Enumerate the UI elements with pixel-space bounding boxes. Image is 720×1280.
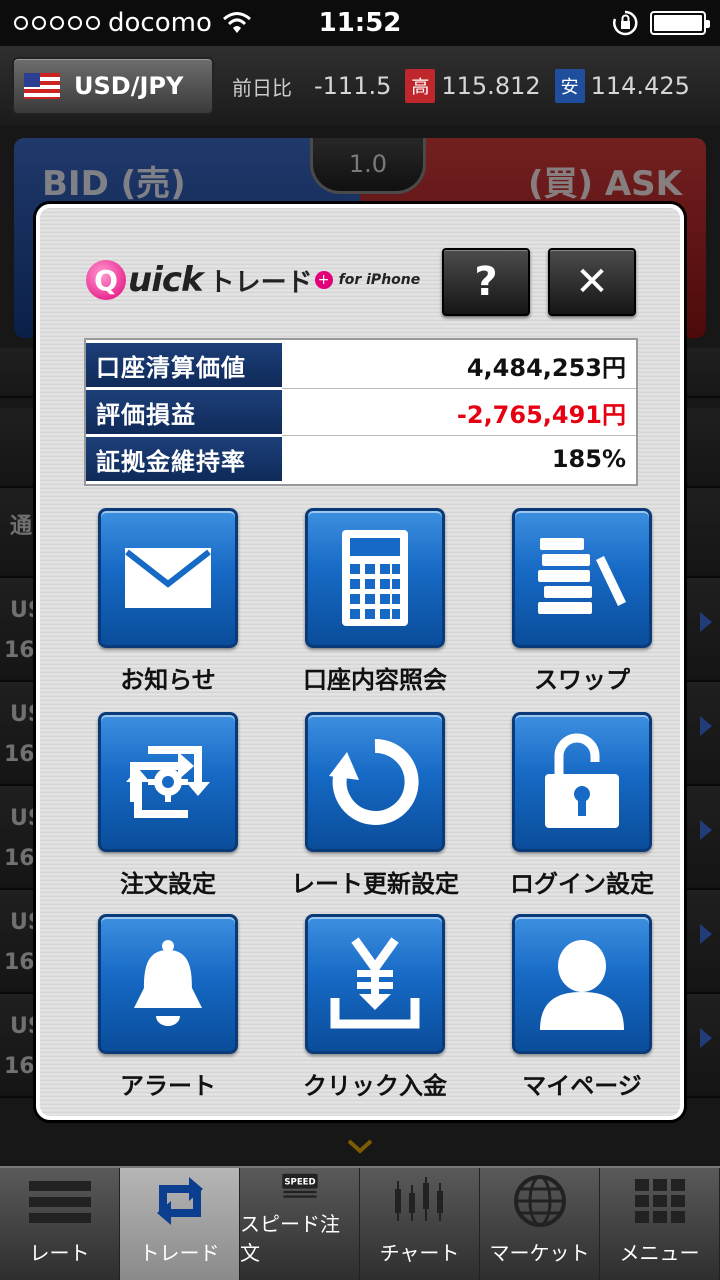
low-value: 114.425 (590, 72, 690, 100)
tab-label: マーケット (489, 1241, 590, 1265)
tile-label: ログイン設定 (510, 870, 654, 898)
mail-icon (125, 548, 211, 608)
tab-label: メニュー (619, 1241, 700, 1265)
tab-chart[interactable]: チャート (360, 1168, 480, 1280)
battery-icon (650, 11, 710, 35)
swap-button[interactable] (512, 508, 652, 648)
tab-label: レート (29, 1241, 90, 1265)
quick-trade-modal: Q uick トレード + for iPhone ? ✕ 口座清算価値 4,48… (36, 204, 684, 1120)
tile-login-settings[interactable]: ログイン設定 (492, 712, 672, 902)
tab-label: チャート (379, 1241, 460, 1265)
help-button[interactable]: ? (442, 248, 530, 316)
day-change-value: -111.5 (314, 72, 392, 100)
account-row-unrealized-pl: 評価損益 -2,765,491円 (86, 389, 636, 435)
carrier-name: docomo (108, 8, 212, 38)
order-settings-button[interactable] (98, 712, 238, 852)
currency-pair-label: USD/JPY (74, 72, 184, 100)
account-row-value: -2,765,491円 (456, 400, 626, 429)
chart-icon (394, 1177, 443, 1221)
us-flag-icon (24, 73, 60, 99)
quick-trade-logo: Q uick トレード + for iPhone (86, 260, 420, 300)
tile-label: 口座内容照会 (303, 666, 447, 694)
tab-menu[interactable]: メニュー (600, 1168, 720, 1280)
low-badge: 安 (554, 69, 585, 103)
day-change-label: 前日比 (232, 75, 292, 100)
speed-icon: SPEED (281, 1173, 318, 1198)
close-button[interactable]: ✕ (548, 248, 636, 316)
logo-word: uick (128, 260, 204, 300)
tile-label: 注文設定 (120, 870, 216, 898)
login-settings-button[interactable] (512, 712, 652, 852)
account-summary-table: 口座清算価値 4,484,253円 評価損益 -2,765,491円 証拠金維持… (84, 338, 638, 486)
tab-speed-order[interactable]: SPEED スピード注文 (240, 1168, 360, 1280)
notices-button[interactable] (98, 508, 238, 648)
account-row-liquidation-value: 口座清算価値 4,484,253円 (86, 342, 636, 388)
trade-icon (156, 1177, 203, 1225)
tile-label: アラート (120, 1072, 216, 1100)
tile-click-deposit[interactable]: クリック入金 (285, 914, 465, 1104)
svg-text:SPEED: SPEED (284, 1178, 315, 1188)
account-row-value: 185% (551, 445, 626, 473)
account-row-margin-ratio: 証拠金維持率 185% (86, 436, 636, 482)
tile-account-inquiry[interactable]: 口座内容照会 (285, 508, 465, 698)
swap-icon (538, 538, 626, 614)
click-deposit-button[interactable] (305, 914, 445, 1054)
tile-label: スワップ (534, 666, 630, 694)
tab-label: スピード注文 (240, 1212, 340, 1265)
tile-my-page[interactable]: マイページ (492, 914, 672, 1104)
signal-strength-icon (14, 16, 100, 30)
status-bar: docomo 11:52 (0, 0, 720, 46)
logo-trade: トレード (208, 267, 313, 298)
calculator-icon (342, 530, 408, 626)
globe-icon (513, 1175, 566, 1227)
tile-label: マイページ (522, 1072, 642, 1100)
tile-rate-refresh-settings[interactable]: レート更新設定 (285, 712, 465, 902)
yen-deposit-icon (330, 937, 420, 1029)
order-settings-icon (126, 746, 210, 818)
tile-alert[interactable]: アラート (78, 914, 258, 1104)
tile-notices[interactable]: お知らせ (78, 508, 258, 698)
logo-plus-icon: + (314, 271, 333, 289)
my-page-button[interactable] (512, 914, 652, 1054)
refresh-icon (329, 738, 419, 825)
account-inquiry-button[interactable] (305, 508, 445, 648)
currency-pair-button[interactable]: USD/JPY (12, 57, 214, 115)
bell-icon (134, 940, 202, 1026)
alert-button[interactable] (98, 914, 238, 1054)
account-row-label: 証拠金維持率 (86, 437, 282, 481)
account-row-label: 評価損益 (86, 390, 282, 434)
grid-menu-icon (634, 1179, 685, 1223)
tab-rate[interactable]: レート (0, 1168, 120, 1280)
account-row-value: 4,484,253円 (466, 353, 626, 382)
high-value: 115.812 (441, 72, 541, 100)
tab-label: トレード (139, 1241, 220, 1265)
logo-subtitle: for iPhone (338, 272, 421, 288)
tile-swap[interactable]: スワップ (492, 508, 672, 698)
currency-header: USD/JPY 前日比 -111.5 高 115.812 安 114.425 (0, 46, 720, 126)
tile-label: レート更新設定 (291, 870, 459, 898)
tab-trade[interactable]: トレード (120, 1168, 240, 1280)
logo-q: Q (86, 260, 126, 300)
tab-market[interactable]: マーケット (480, 1168, 600, 1280)
tile-label: クリック入金 (303, 1072, 447, 1100)
tile-label: お知らせ (120, 666, 216, 694)
wifi-icon (222, 12, 251, 33)
lock-icon (545, 733, 619, 828)
high-badge: 高 (405, 69, 436, 103)
user-icon (540, 940, 624, 1030)
account-row-label: 口座清算価値 (86, 343, 282, 387)
rotation-lock-icon (613, 10, 638, 36)
bottom-tab-bar: レート トレード SPEED スピード注文 チャート マーケット メニュー (0, 1166, 720, 1280)
rate-icon (28, 1181, 91, 1223)
tile-order-settings[interactable]: 注文設定 (78, 712, 258, 902)
rate-refresh-settings-button[interactable] (305, 712, 445, 852)
